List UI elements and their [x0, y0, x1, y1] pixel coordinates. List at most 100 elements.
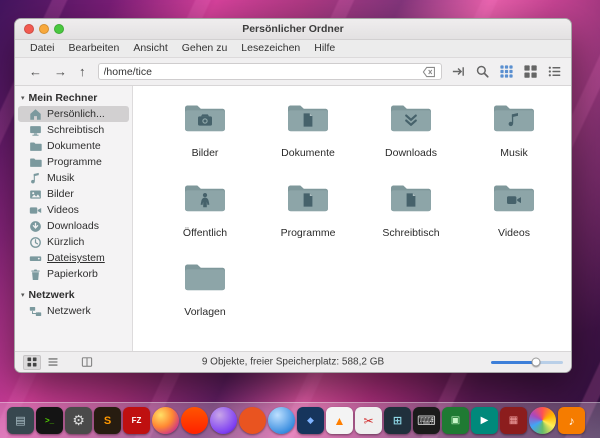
sidebar-item-label: Schreibtisch [47, 124, 105, 136]
dock-terminal-icon[interactable]: >_ [36, 407, 63, 434]
sidebar-item-dokumente[interactable]: Dokumente [18, 138, 129, 154]
menu-hilfe[interactable]: Hilfe [307, 40, 342, 57]
dock-blue-app-icon[interactable] [268, 407, 295, 434]
home-icon [29, 108, 42, 121]
menu-lesezeichen[interactable]: Lesezeichen [234, 40, 307, 57]
sidebar-section-label: Netzwerk [28, 289, 75, 301]
sidebar-item-personlich[interactable]: Persönlich... [18, 106, 129, 122]
desktop: Persönlicher Ordner Datei Bearbeiten Ansic… [0, 0, 600, 438]
download-icon [29, 220, 42, 233]
dock-screenshot-tool-icon[interactable]: ✂ [355, 407, 382, 434]
sidebar-item-kurzlich[interactable]: Kürzlich [18, 234, 129, 250]
menu-datei[interactable]: Datei [23, 40, 62, 57]
sidebar-item-label: Videos [47, 204, 79, 216]
folder-programme[interactable]: Programme [260, 180, 356, 240]
video-icon [29, 204, 42, 217]
folder-schreibtisch[interactable]: Schreibtisch [363, 180, 459, 240]
desktop-icon [29, 124, 42, 137]
window-title: Persönlicher Ordner [242, 23, 344, 35]
dock-navy-app-icon[interactable]: ◆ [297, 407, 324, 434]
sidebar-item-videos[interactable]: Videos [18, 202, 129, 218]
menu-bearbeiten[interactable]: Bearbeiten [62, 40, 127, 57]
folder-downloads[interactable]: Downloads [363, 100, 459, 160]
folder-label: Bilder [191, 147, 219, 159]
icon-view-toggle[interactable] [23, 354, 41, 370]
dock-vlc-icon[interactable]: ▲ [326, 407, 353, 434]
sidebar-item-label: Musik [47, 172, 75, 184]
dock-green-app-icon[interactable]: ▣ [442, 407, 469, 434]
dock-ubuntu-app-icon[interactable] [239, 407, 266, 434]
sidebar-item-label: Downloads [47, 220, 99, 232]
back-button[interactable]: ← [24, 58, 47, 85]
folder-videos[interactable]: Videos [466, 180, 562, 240]
dock: ▤ >_ ⚙ S FZ ◆ ▲ ✂ ⊞ ⌨ ▣ ▶ ▦ ♪ [0, 402, 600, 438]
sidebar-section-netzwerk[interactable]: ▾ Netzwerk [15, 287, 132, 303]
sidebar-item-schreibtisch[interactable]: Schreibtisch [18, 122, 129, 138]
sidebar-section-label: Mein Rechner [28, 92, 98, 104]
toolbar-icons [451, 64, 562, 79]
compact-view-icon[interactable] [523, 64, 538, 79]
dock-text-editor-icon[interactable]: S [94, 407, 121, 434]
folder-dokumente[interactable]: Dokumente [260, 100, 356, 160]
dock-audio-player-icon[interactable]: ♪ [558, 407, 585, 434]
folder-label: Videos [498, 226, 530, 239]
dock-brave-icon[interactable] [181, 407, 208, 434]
path-input[interactable]: /home/tice [104, 66, 423, 78]
dock-keyboard-icon[interactable]: ⌨ [413, 407, 440, 434]
sidebar-item-label: Bilder [47, 188, 74, 200]
dock-media-player-icon[interactable]: ▶ [471, 407, 498, 434]
file-manager-window: Persönlicher Ordner Datei Bearbeiten Ansic… [14, 18, 572, 373]
sidebar-item-musik[interactable]: Musik [18, 170, 129, 186]
titlebar[interactable]: Persönlicher Ordner [15, 19, 571, 40]
nav-buttons: ← → ↑ [24, 58, 91, 85]
image-icon [29, 188, 42, 201]
sidebar-item-bilder[interactable]: Bilder [18, 186, 129, 202]
zoom-slider-track[interactable] [491, 360, 563, 364]
path-bar[interactable]: /home/tice [97, 63, 442, 80]
menu-gehen-zu[interactable]: Gehen zu [175, 40, 235, 57]
list-view-icon[interactable] [547, 64, 562, 79]
folder-icon [388, 100, 434, 141]
list-view-toggle[interactable] [44, 355, 62, 370]
up-button[interactable]: ↑ [74, 58, 91, 85]
dock-photos-icon[interactable] [529, 407, 556, 434]
folder-bilder[interactable]: Bilder [157, 100, 253, 160]
dock-firefox-icon[interactable] [152, 407, 179, 434]
folder-musik[interactable]: Musik [466, 100, 562, 160]
split-pane-toggle[interactable] [78, 355, 96, 370]
search-icon[interactable] [475, 64, 490, 79]
drive-icon [29, 252, 42, 265]
clock-icon [29, 236, 42, 249]
forward-button[interactable]: → [49, 58, 72, 85]
folder-grid: Bilder Dokumente Downloads Musik Öffentl… [133, 86, 571, 319]
sidebar-item-label: Dokumente [47, 140, 101, 152]
menu-ansicht[interactable]: Ansicht [126, 40, 174, 57]
window-content: ▾ Mein Rechner Persönlich... Schreibtisch Do… [15, 86, 571, 351]
folder-icon [29, 140, 42, 153]
sidebar-section-mein-rechner[interactable]: ▾ Mein Rechner [15, 90, 132, 106]
dock-red-app-icon[interactable]: ▦ [500, 407, 527, 434]
sidebar-item-netzwerk[interactable]: Netzwerk [18, 303, 129, 319]
dock-file-manager-icon[interactable]: ▤ [7, 407, 34, 434]
folder-label: Programme [280, 226, 336, 239]
sidebar-item-programme[interactable]: Programme [18, 154, 129, 170]
sidebar: ▾ Mein Rechner Persönlich... Schreibtisch Do… [15, 86, 133, 351]
folder-vorlagen[interactable]: Vorlagen [157, 259, 253, 319]
go-jump-icon[interactable] [451, 64, 466, 79]
zoom-slider[interactable] [491, 355, 563, 369]
sidebar-item-papierkorb[interactable]: Papierkorb [18, 266, 129, 282]
icon-view-icon[interactable] [499, 64, 514, 79]
disclosure-triangle-icon: ▾ [21, 95, 25, 102]
folder-view[interactable]: Bilder Dokumente Downloads Musik Öffentl… [133, 86, 571, 351]
dock-calculator-icon[interactable]: ⊞ [384, 407, 411, 434]
clear-path-icon[interactable] [422, 65, 436, 79]
dock-purple-app-icon[interactable] [210, 407, 237, 434]
folder-offentlich[interactable]: Öffentlich [157, 180, 253, 240]
sidebar-item-dateisystem[interactable]: Dateisystem [18, 250, 129, 266]
sidebar-item-downloads[interactable]: Downloads [18, 218, 129, 234]
sidebar-item-label: Programme [47, 156, 102, 168]
folder-label: Schreibtisch [382, 226, 440, 239]
dock-filezilla-icon[interactable]: FZ [123, 407, 150, 434]
dock-settings-icon[interactable]: ⚙ [65, 407, 92, 434]
zoom-slider-knob[interactable] [531, 357, 541, 367]
